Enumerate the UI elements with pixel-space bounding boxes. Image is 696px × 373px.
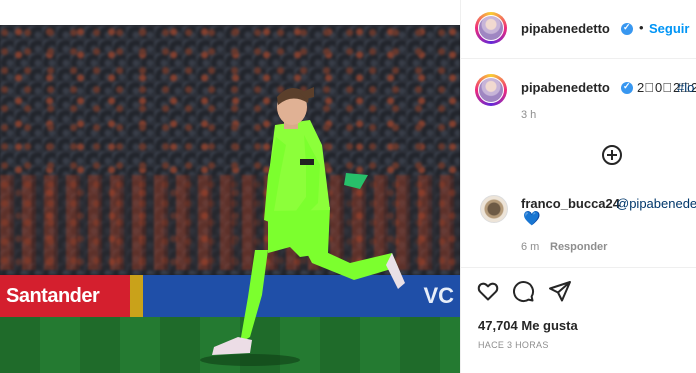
post-timestamp[interactable]: HACE 3 HORAS — [478, 340, 549, 350]
share-icon[interactable] — [548, 279, 572, 303]
player-figure — [200, 87, 405, 366]
divider — [461, 267, 696, 268]
follow-button[interactable]: Seguir — [649, 21, 689, 36]
verified-badge-icon — [621, 81, 633, 94]
author-avatar[interactable] — [475, 12, 507, 44]
commenter-avatar[interactable] — [480, 195, 508, 223]
comment-username[interactable]: franco_bucca24 — [521, 196, 620, 211]
blue-heart-emoji: 💙 — [523, 210, 541, 226]
post-photo[interactable]: Santander VC — [0, 25, 460, 373]
caption-time: 3 h — [521, 109, 537, 121]
comment-icon[interactable] — [511, 279, 535, 303]
verified-badge-icon — [621, 22, 633, 35]
caption-avatar[interactable] — [475, 74, 507, 106]
separator-dot: • — [639, 20, 644, 35]
reply-button[interactable]: Responder — [550, 241, 607, 253]
heart-icon[interactable] — [476, 279, 500, 303]
caption-username[interactable]: pipabenedetto — [521, 80, 610, 95]
divider — [461, 58, 696, 59]
comment-mention[interactable]: @pipabenedet — [616, 196, 696, 211]
author-username[interactable]: pipabenedetto — [521, 21, 610, 36]
caption-hashtag[interactable]: #lo — [677, 80, 694, 95]
comment-time: 6 m — [521, 241, 540, 253]
likes-count[interactable]: 47,704 Me gusta — [478, 318, 578, 333]
post-side-panel: pipabenedetto • Seguir pipabenedetto 2⃣0… — [460, 0, 696, 373]
plus-circle-icon[interactable] — [602, 145, 622, 165]
